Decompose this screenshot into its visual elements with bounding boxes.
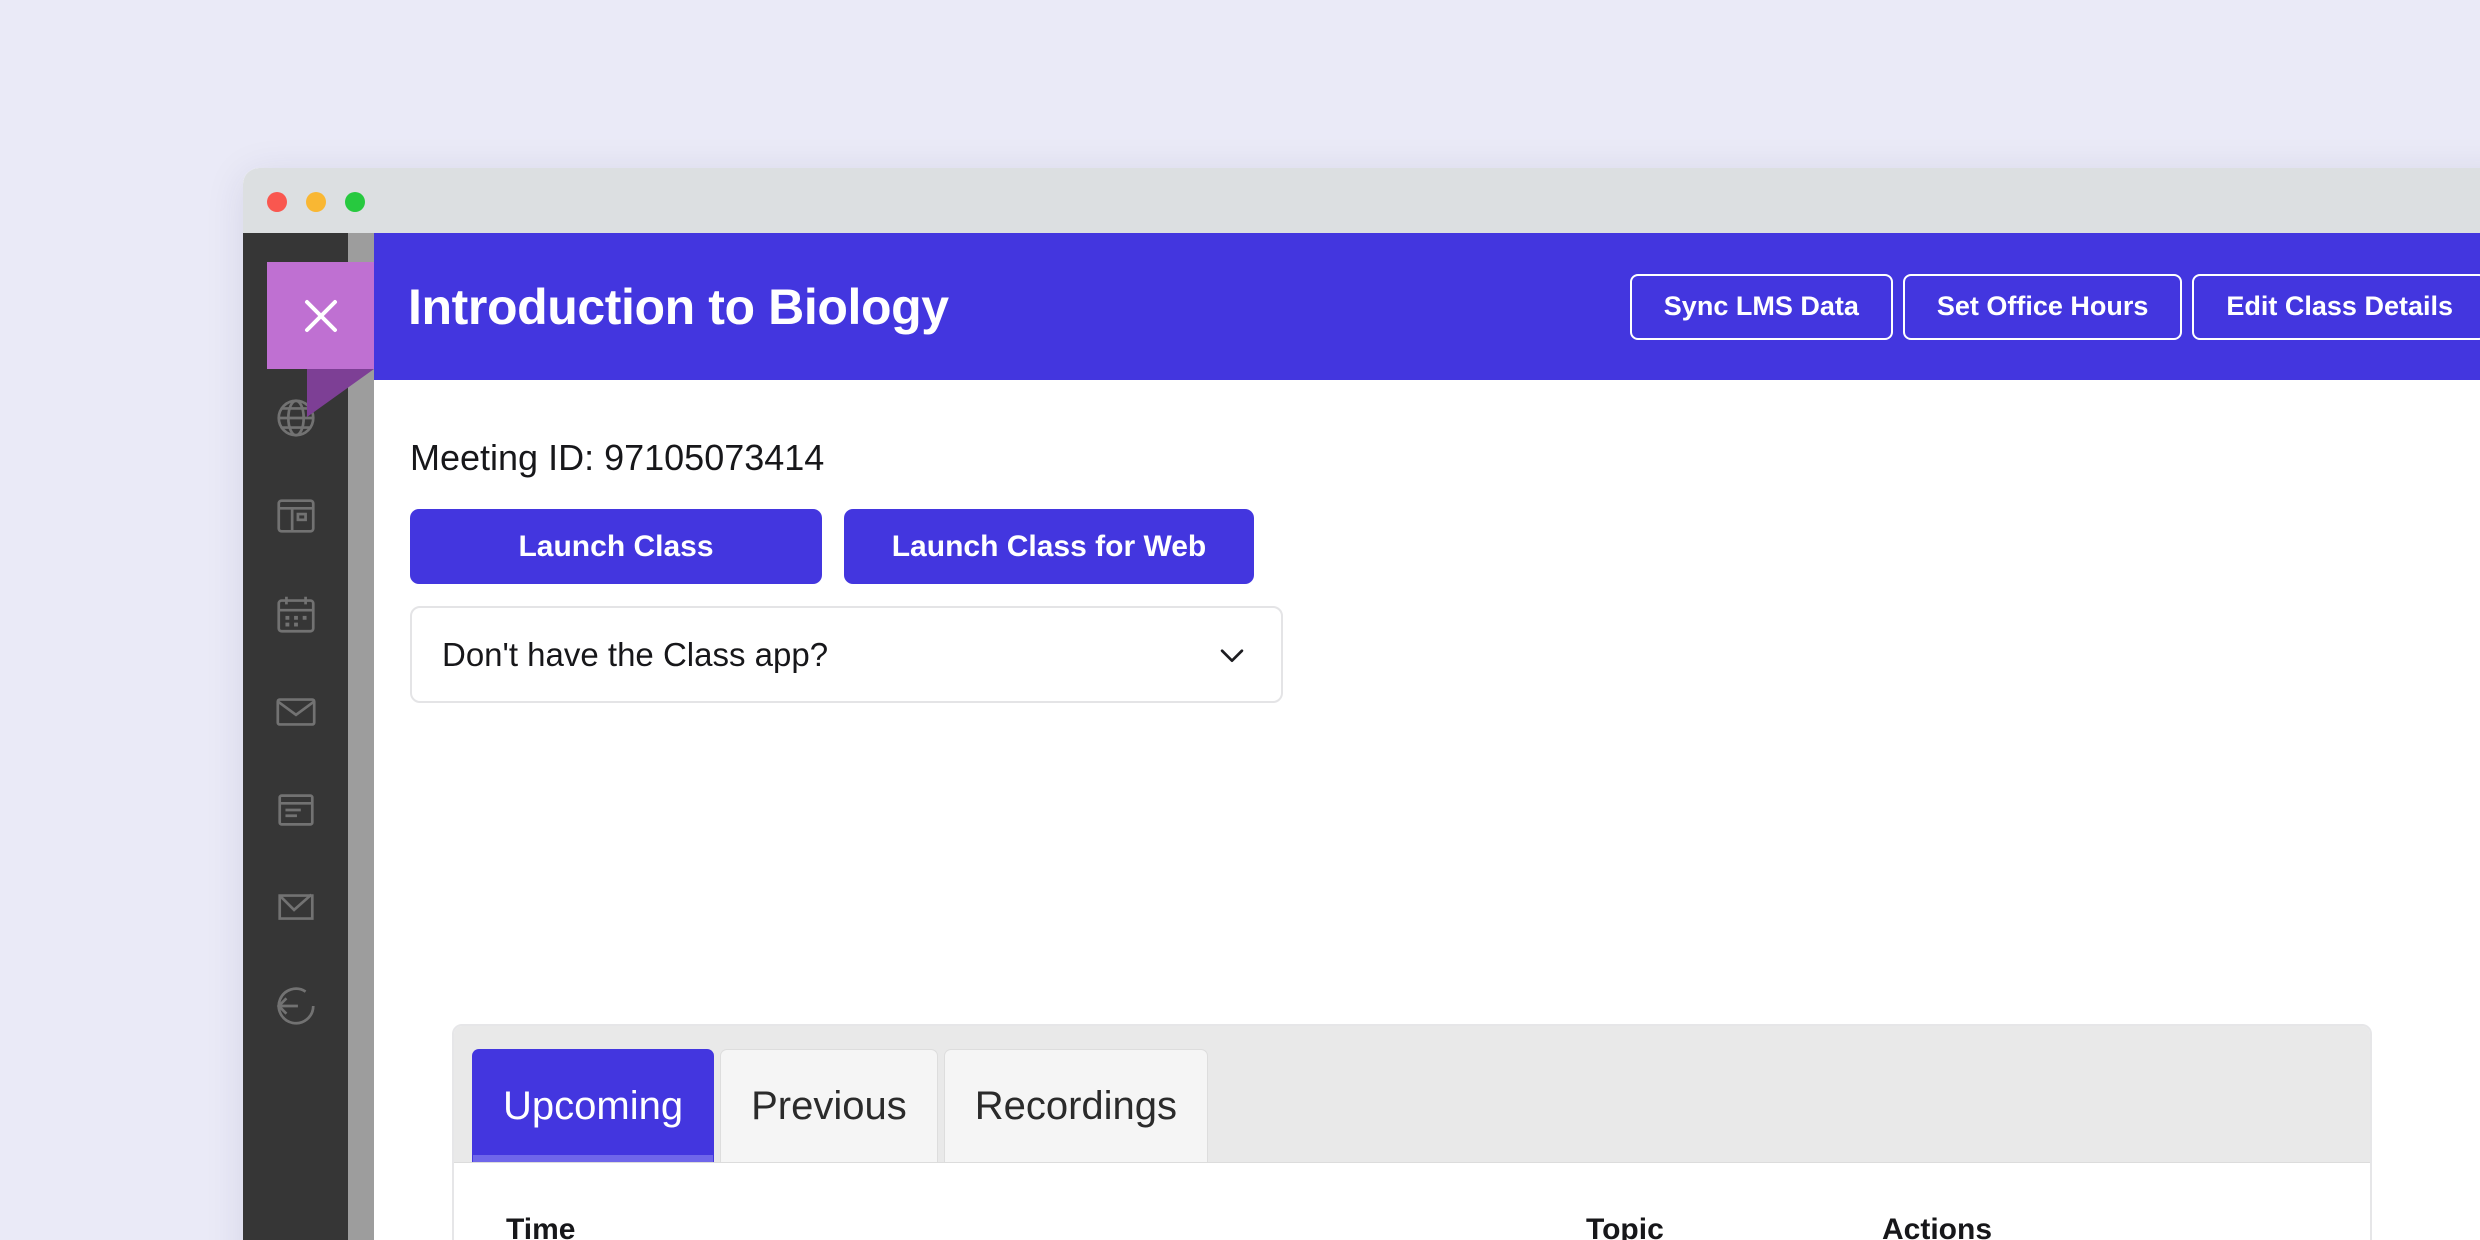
tab-previous[interactable]: Previous <box>720 1049 938 1162</box>
meeting-id-label: Meeting ID: 97105073414 <box>410 437 825 478</box>
logout-icon[interactable] <box>271 981 321 1031</box>
tab-upcoming[interactable]: Upcoming <box>472 1049 715 1162</box>
dashboard-icon[interactable] <box>271 491 321 541</box>
close-icon[interactable] <box>267 262 374 369</box>
window-maximize-icon[interactable] <box>345 192 365 212</box>
window-minimize-icon[interactable] <box>306 192 326 212</box>
window-close-icon[interactable] <box>267 192 287 212</box>
modal-content: Meeting ID: 97105073414 Launch Class Lau… <box>374 380 2480 1240</box>
class-app-accordion[interactable]: Don't have the Class app? <box>410 606 1283 703</box>
compose-icon[interactable] <box>271 883 321 933</box>
window-titlebar <box>243 168 2480 233</box>
sessions-tabbar: Upcoming Previous Recordings <box>454 1026 2370 1163</box>
close-tag-fold <box>307 369 374 417</box>
tab-recordings[interactable]: Recordings <box>943 1049 1209 1162</box>
set-office-hours-button[interactable]: Set Office Hours <box>1902 273 2183 340</box>
header-action-group: Sync LMS Data Set Office Hours Edit Clas… <box>1629 273 2480 340</box>
class-details-modal: Introduction to Biology Sync LMS Data Se… <box>267 233 2480 1240</box>
column-header-time: Time <box>506 1213 576 1240</box>
traffic-light-group <box>267 192 365 212</box>
edit-class-details-button[interactable]: Edit Class Details <box>2192 273 2480 340</box>
launch-class-button[interactable]: Launch Class <box>410 509 822 584</box>
modal-header: Introduction to Biology Sync LMS Data Se… <box>374 233 2480 380</box>
class-app-accordion-label: Don't have the Class app? <box>442 635 829 673</box>
sessions-table: Time Topic Actions Friday, June 30 8:30 … <box>454 1163 2370 1240</box>
page-title: Introduction to Biology <box>408 278 949 335</box>
table-header-row: Time Topic Actions <box>506 1163 2318 1240</box>
launch-class-for-web-button[interactable]: Launch Class for Web <box>844 509 1254 584</box>
window-body: B Course Class Share Deta <box>243 233 2480 1240</box>
launch-button-group: Launch Class Launch Class for Web <box>410 509 2480 584</box>
column-header-topic: Topic <box>1586 1213 1664 1240</box>
page-root: B Course Class Share Deta <box>0 0 2480 1240</box>
modal-close-button[interactable] <box>267 262 374 417</box>
calendar-icon[interactable] <box>271 589 321 639</box>
chevron-down-icon[interactable] <box>1215 638 1249 672</box>
sync-lms-data-button[interactable]: Sync LMS Data <box>1629 273 1893 340</box>
mail-icon[interactable] <box>271 687 321 737</box>
column-header-actions: Actions <box>1882 1213 1993 1240</box>
sessions-panel: Upcoming Previous Recordings Time Topic … <box>452 1024 2372 1240</box>
app-window: B Course Class Share Deta <box>243 168 2480 1240</box>
document-icon[interactable] <box>271 785 321 835</box>
